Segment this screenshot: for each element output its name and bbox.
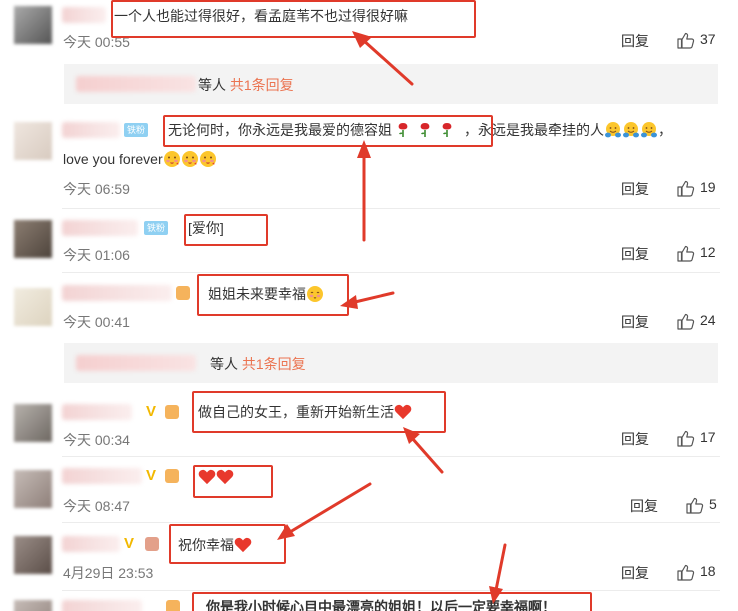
- comment-text-line2: love you forever: [63, 150, 217, 168]
- comment-time: 今天 01:06: [63, 247, 130, 263]
- comment-time: 4月29日 23:53: [63, 565, 154, 581]
- hug-face-icon: [622, 121, 640, 139]
- avatar[interactable]: [14, 404, 52, 442]
- reply-button[interactable]: 回复: [621, 179, 649, 199]
- avatar[interactable]: [14, 288, 52, 326]
- like-count: 17: [700, 429, 716, 445]
- reply-button[interactable]: 回复: [630, 496, 658, 516]
- comment-item: 铁粉 [爱你] 今天 01:06 回复 12: [0, 210, 738, 272]
- comment-time: 今天 00:41: [63, 314, 130, 330]
- thumbs-up-icon[interactable]: [677, 430, 695, 447]
- reply-button[interactable]: 回复: [621, 312, 649, 332]
- sub-reply-link[interactable]: 共1条回复: [230, 77, 294, 93]
- like-count: 5: [709, 496, 717, 512]
- vip-icon: V: [146, 467, 157, 484]
- username-blurred[interactable]: [62, 468, 142, 484]
- sub-reply-summary[interactable]: 等人 共1条回复: [64, 64, 718, 104]
- annotation-box: [192, 592, 592, 611]
- divider: [62, 590, 720, 591]
- annotation-box: [193, 465, 273, 498]
- vip-icon: V: [146, 403, 157, 420]
- kiss-face-icon: [181, 150, 199, 168]
- hug-face-icon: [604, 121, 622, 139]
- like-count: 12: [700, 244, 716, 260]
- thumbs-up-icon[interactable]: [677, 32, 695, 49]
- comment-time: 今天 08:47: [63, 498, 130, 514]
- reply-button[interactable]: 回复: [621, 563, 649, 583]
- sub-reply-users-blurred: [76, 76, 196, 92]
- sub-reply-users-blurred: [76, 355, 196, 371]
- comment-item: 姐姐未来要幸福 今天 00:41 回复 24: [0, 274, 738, 340]
- avatar[interactable]: [14, 600, 52, 611]
- sub-reply-prefix: 等人: [210, 356, 238, 372]
- annotation-box: [184, 214, 268, 246]
- kiss-face-icon: [163, 150, 181, 168]
- username-blurred[interactable]: [62, 600, 142, 611]
- comment-item: V 今天 08:47 回复 5: [0, 458, 738, 522]
- reply-button[interactable]: 回复: [621, 31, 649, 51]
- kiss-face-icon: [199, 150, 217, 168]
- member-icon: [165, 469, 179, 483]
- member-icon: [166, 600, 180, 611]
- reply-button[interactable]: 回复: [621, 244, 649, 264]
- divider: [62, 522, 720, 523]
- like-count: 24: [700, 312, 716, 328]
- fan-badge: 铁粉: [144, 221, 169, 235]
- like-count: 37: [700, 31, 716, 47]
- username-blurred[interactable]: [62, 122, 120, 138]
- annotation-box: [192, 391, 446, 433]
- member-icon: [176, 286, 190, 300]
- member-icon: [165, 405, 179, 419]
- username-blurred[interactable]: [62, 536, 120, 552]
- comment-time: 今天 00:34: [63, 432, 130, 448]
- thumbs-up-icon[interactable]: [677, 564, 695, 581]
- hug-face-icon: [640, 121, 658, 139]
- vip-icon: V: [124, 535, 135, 552]
- avatar[interactable]: [14, 470, 52, 508]
- username-blurred[interactable]: [62, 220, 138, 236]
- annotation-box: [163, 115, 493, 147]
- comment-item: V 祝你幸福 4月29日 23:53 回复 18: [0, 524, 738, 586]
- username-blurred[interactable]: [62, 404, 132, 420]
- avatar[interactable]: [14, 536, 52, 574]
- divider: [62, 208, 720, 209]
- annotation-box: [197, 274, 349, 316]
- divider: [62, 456, 720, 457]
- avatar[interactable]: [14, 122, 52, 160]
- like-count: 18: [700, 563, 716, 579]
- reply-button[interactable]: 回复: [621, 429, 649, 449]
- annotation-box: [111, 0, 476, 38]
- sub-reply-prefix: 等人: [198, 77, 226, 93]
- thumbs-up-icon[interactable]: [686, 497, 704, 514]
- thumbs-up-icon[interactable]: [677, 180, 695, 197]
- username-blurred[interactable]: [62, 7, 106, 23]
- avatar[interactable]: [14, 220, 52, 258]
- annotation-box: [169, 524, 286, 564]
- member-icon: [145, 537, 159, 551]
- avatar[interactable]: [14, 6, 52, 44]
- username-blurred[interactable]: [62, 285, 172, 301]
- thumbs-up-icon[interactable]: [677, 313, 695, 330]
- sub-reply-link[interactable]: 共1条回复: [242, 356, 306, 372]
- like-count: 19: [700, 179, 716, 195]
- sub-reply-summary[interactable]: 等人 共1条回复: [64, 343, 718, 383]
- fan-badge: 铁粉: [124, 123, 149, 137]
- comment-time: 今天 06:59: [63, 181, 130, 197]
- divider: [62, 272, 720, 273]
- thumbs-up-icon[interactable]: [677, 245, 695, 262]
